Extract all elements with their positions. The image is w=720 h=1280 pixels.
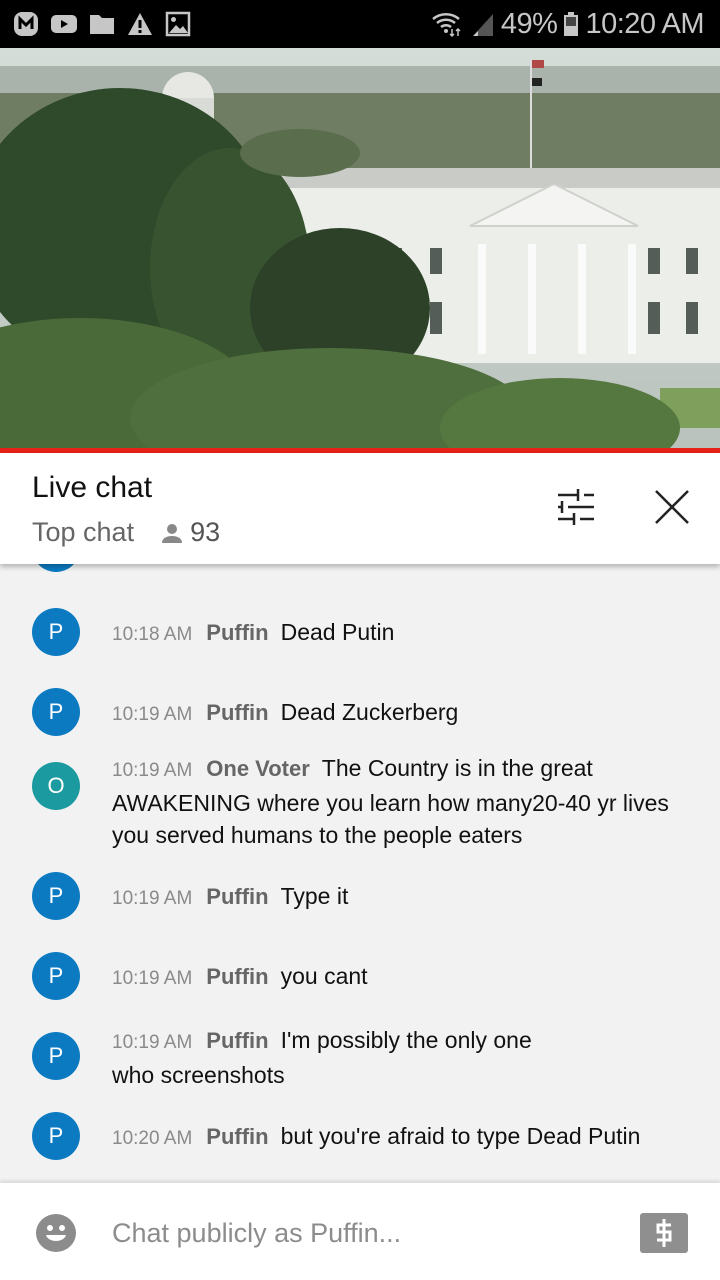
message-time: 10:19 AM [112,704,193,725]
message-author[interactable]: Puffin [206,700,268,725]
message-body: 10:20 AM Puffin but you're afraid to type … [112,1120,684,1155]
super-chat-button[interactable] [640,1213,688,1253]
message-text: but you're afraid to type Dead Putin [280,1123,641,1149]
chat-message-list[interactable]: P 10:18 AM Puffin Dead Putin P 10:19 AM Puf… [0,564,720,1182]
chat-message-input[interactable] [112,1211,592,1255]
message-time: 10:19 AM [112,1032,193,1053]
message-author[interactable]: Puffin [206,1124,268,1149]
folder-icon [90,15,114,34]
chat-mode-label: Top chat [32,517,135,547]
person-icon [162,523,183,543]
avatar[interactable]: P [32,1112,80,1160]
video-player[interactable] [0,48,720,450]
message-body: 10:18 AM Puffin Dead Putin [112,616,684,651]
message-text: Dead Putin [280,619,395,645]
message-author[interactable]: Puffin [206,1028,268,1053]
message-body: 10:19 AM Puffin Dead Zuckerberg [112,696,684,731]
message-author[interactable]: Puffin [206,884,268,909]
chat-title: Live chat [32,471,153,504]
avatar-letter: P [48,1123,64,1148]
message-time: 10:19 AM [112,968,193,989]
message-body: 10:19 AM Puffin you cant [112,960,684,995]
message-time: 10:19 AM [112,760,193,781]
avatar-letter: P [48,699,64,724]
avatar-letter: P [48,1043,64,1068]
message-body: 10:19 AM Puffin Type it [112,880,684,915]
close-chat-button[interactable] [648,483,696,531]
message-text: Type it [280,883,349,909]
notification-icons [12,10,192,38]
avatar[interactable]: P [32,872,80,920]
close-icon [655,490,689,524]
avatar[interactable]: O [32,762,80,810]
video-frame [0,48,720,450]
tune-icon [558,489,594,525]
avatar-letter: P [48,619,64,644]
signal-icon [472,14,493,36]
status-bar: 49% 10:20 AM [0,0,720,48]
wifi-icon [432,12,461,38]
app-root: 49% 10:20 AM Live chat Top chat 93 P 10:… [0,0,720,1280]
avatar[interactable]: P [32,1032,80,1080]
avatar[interactable]: P [32,688,80,736]
battery-icon [564,12,579,36]
message-author[interactable]: Puffin [206,620,268,645]
avatar-letter: P [48,963,64,988]
image-icon [165,11,191,37]
message-time: 10:19 AM [112,888,193,909]
avatar [32,564,80,572]
message-time: 10:20 AM [112,1128,193,1149]
chat-input-bar [0,1183,720,1280]
chat-filter-button[interactable] [550,483,602,531]
message-text: Dead Zuckerberg [280,699,459,725]
clock: 10:20 AM [585,7,704,40]
chat-header: Live chat Top chat 93 [0,453,720,564]
message-author[interactable]: One Voter [206,756,310,781]
avatar[interactable]: P [32,608,80,656]
emoji-button[interactable] [36,1213,76,1253]
message-body: 10:19 AM Puffin I'm possibly the only one … [112,1024,560,1091]
message-text: you cant [280,963,368,989]
smiley-icon [36,1214,76,1252]
viewer-count: 93 [160,517,220,548]
battery-percent: 49% [500,7,558,40]
dollar-icon [656,1219,672,1247]
viewer-count-value: 93 [190,517,221,547]
system-status: 49% 10:20 AM [431,0,704,48]
warning-icon [128,13,152,35]
avatar-letter: P [48,883,64,908]
message-text: The Country is in the great AWAKENING wh… [112,755,669,848]
chat-mode-selector[interactable]: Top chat 93 [32,517,220,548]
youtube-icon [51,15,77,33]
avatar[interactable]: P [32,952,80,1000]
message-author[interactable]: Puffin [206,964,268,989]
message-time: 10:18 AM [112,624,193,645]
message-body: 10:19 AM One Voter The Country is in the g… [112,752,684,851]
app-icon [14,12,38,36]
avatar-letter: O [47,773,65,798]
